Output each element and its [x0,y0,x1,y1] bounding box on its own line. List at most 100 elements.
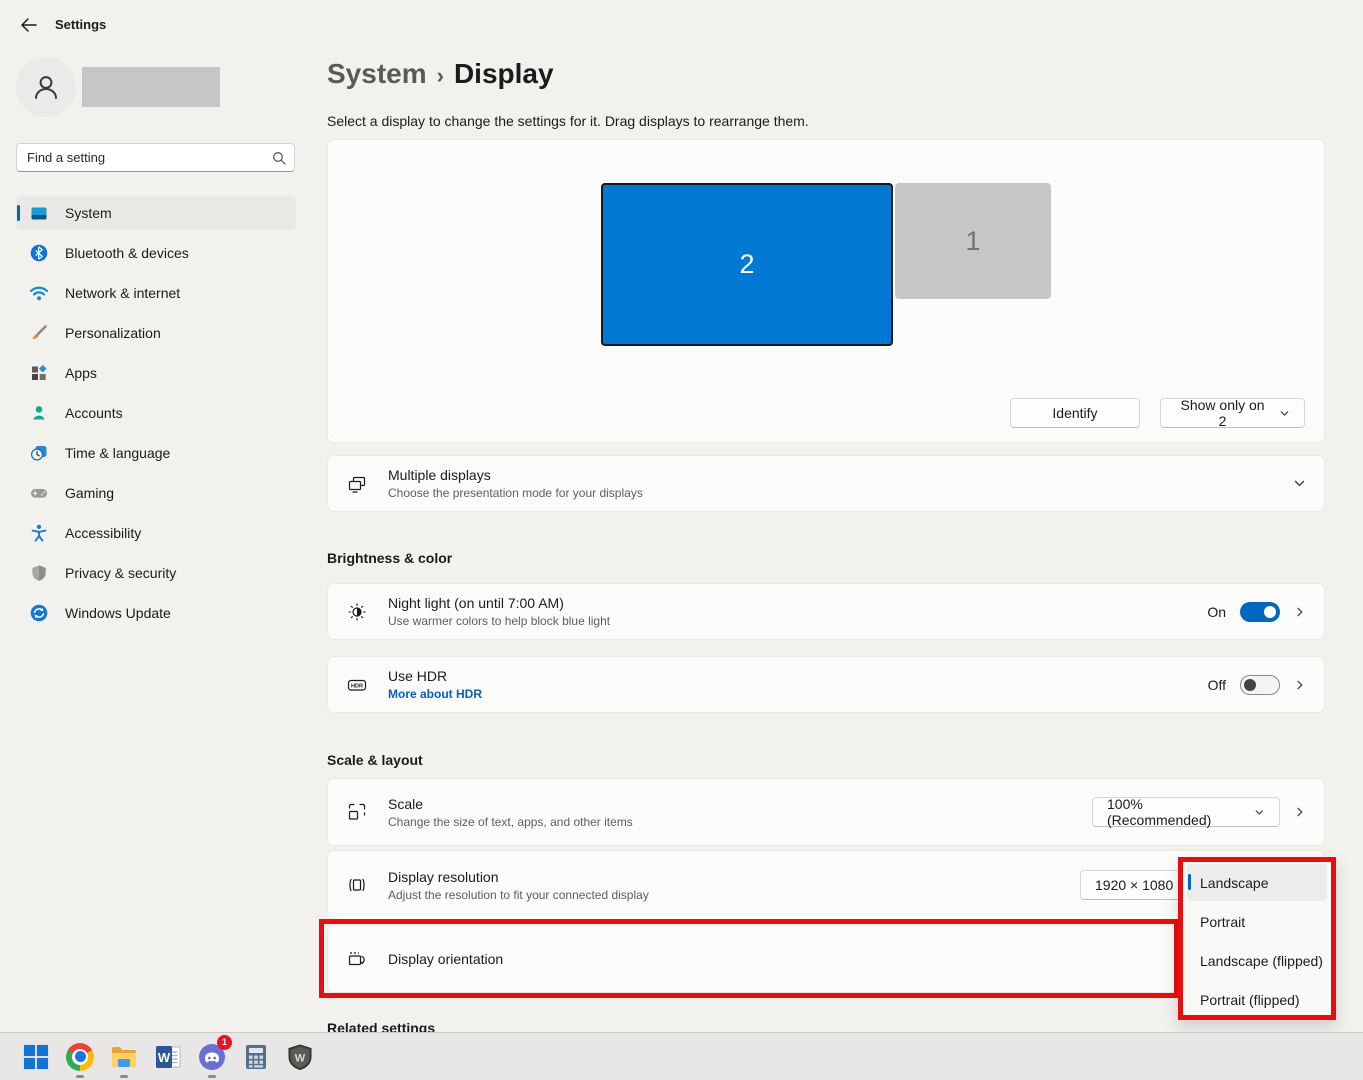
sidebar-item-label: Network & internet [65,285,180,301]
accounts-icon [29,403,49,423]
row-subtitle: Choose the presentation mode for your di… [388,486,643,500]
row-title: Display resolution [388,869,649,885]
sidebar-item-windows-update[interactable]: Windows Update [16,596,296,630]
taskbar-chrome[interactable] [58,1033,102,1080]
sidebar-item-apps[interactable]: Apps [16,356,296,390]
chevron-right-icon[interactable] [1294,679,1306,691]
sidebar-item-label: Apps [65,365,97,381]
selected-accent-bar [1188,874,1191,890]
breadcrumb-separator: › [427,63,454,88]
row-title: Multiple displays [388,467,643,483]
row-title: Use HDR [388,668,482,684]
chrome-icon [66,1043,94,1071]
page-subtitle: Select a display to change the settings … [327,113,809,129]
running-indicator [120,1075,128,1078]
back-arrow-icon [20,18,37,32]
avatar[interactable] [16,57,76,117]
world-of-tanks-icon: W [287,1044,313,1070]
night-light-toggle[interactable] [1240,602,1280,622]
dropdown-option-landscape[interactable]: Landscape [1187,864,1327,901]
row-subtitle: Change the size of text, apps, and other… [388,815,633,829]
monitor-1-label: 1 [965,226,980,257]
sidebar-item-label: Bluetooth & devices [65,245,189,261]
show-only-dropdown[interactable]: Show only on 2 [1160,398,1305,428]
option-label: Landscape [1200,875,1269,891]
section-scale-layout: Scale & layout [327,752,423,768]
scale-row[interactable]: Scale Change the size of text, apps, and… [327,778,1325,846]
display-resolution-icon [346,874,368,896]
running-indicator [208,1075,216,1078]
taskbar-discord[interactable]: 1 [190,1033,234,1080]
sidebar-item-network[interactable]: Network & internet [16,276,296,310]
more-about-hdr-link[interactable]: More about HDR [388,687,482,701]
chevron-right-icon[interactable] [1294,806,1306,818]
multiple-displays-row[interactable]: Multiple displays Choose the presentatio… [327,455,1325,512]
display-resolution-row[interactable]: Display resolution Adjust the resolution… [327,850,1325,920]
option-label: Portrait [1200,914,1245,930]
breadcrumb-parent[interactable]: System [327,58,427,89]
sidebar-item-label: System [65,205,112,221]
app-title: Settings [55,17,106,32]
night-light-state: On [1207,604,1226,620]
option-label: Portrait (flipped) [1200,992,1300,1008]
use-hdr-row[interactable]: HDR Use HDR More about HDR Off [327,656,1325,713]
display-orientation-row[interactable]: Display orientation [327,925,1325,993]
identify-button[interactable]: Identify [1010,398,1140,428]
accessibility-icon [29,523,49,543]
sidebar-item-accessibility[interactable]: Accessibility [16,516,296,550]
shield-icon [29,563,49,583]
chevron-down-icon[interactable] [1293,477,1306,490]
chevron-right-icon[interactable] [1294,606,1306,618]
option-label: Landscape (flipped) [1200,953,1323,969]
sidebar-item-personalization[interactable]: Personalization [16,316,296,350]
taskbar-file-explorer[interactable] [102,1033,146,1080]
sidebar-item-system[interactable]: System [16,196,296,230]
svg-text:HDR: HDR [351,683,363,689]
sidebar-item-label: Accessibility [65,525,141,541]
toggle-knob [1264,606,1276,618]
word-icon: W [154,1043,182,1071]
back-button[interactable] [14,12,42,38]
monitor-1[interactable]: 1 [895,183,1051,299]
system-icon [29,203,49,223]
hdr-toggle[interactable] [1240,675,1280,695]
brush-icon [29,323,49,343]
running-indicator [76,1075,84,1078]
row-subtitle: Adjust the resolution to fit your connec… [388,888,649,902]
chevron-down-icon [1279,408,1290,419]
sidebar-item-label: Personalization [65,325,161,341]
taskbar-word[interactable]: W [146,1033,190,1080]
display-arrangement-card: 2 1 Identify Show only on 2 [327,139,1325,443]
sidebar-item-time-language[interactable]: Time & language [16,436,296,470]
scale-icon [346,801,368,823]
sidebar-item-privacy[interactable]: Privacy & security [16,556,296,590]
hdr-state: Off [1208,677,1226,693]
monitor-2[interactable]: 2 [601,183,893,346]
night-light-row[interactable]: Night light (on until 7:00 AM) Use warme… [327,583,1325,640]
taskbar-world-of-tanks[interactable]: W [278,1033,322,1080]
calculator-icon [243,1044,269,1070]
scale-value: 100% (Recommended) [1107,796,1245,828]
sidebar-item-label: Gaming [65,485,114,501]
page-title: Display [454,58,554,89]
taskbar-calculator[interactable] [234,1033,278,1080]
sidebar-item-accounts[interactable]: Accounts [16,396,296,430]
svg-text:W: W [158,1050,171,1065]
identify-label: Identify [1052,405,1097,421]
row-title: Night light (on until 7:00 AM) [388,595,610,611]
gamepad-icon [29,483,49,503]
dropdown-option-landscape-flipped[interactable]: Landscape (flipped) [1187,942,1327,979]
section-brightness: Brightness & color [327,550,452,566]
scale-select[interactable]: 100% (Recommended) [1092,797,1280,827]
sidebar-item-bluetooth[interactable]: Bluetooth & devices [16,236,296,270]
bluetooth-icon [29,243,49,263]
dropdown-option-portrait-flipped[interactable]: Portrait (flipped) [1187,981,1327,1018]
search-box[interactable] [16,143,295,172]
sidebar-item-label: Time & language [65,445,170,461]
dropdown-option-portrait[interactable]: Portrait [1187,903,1327,940]
search-input[interactable] [27,150,272,165]
display-orientation-icon [346,948,368,970]
sidebar-item-gaming[interactable]: Gaming [16,476,296,510]
clock-icon [29,443,49,463]
start-button[interactable] [14,1033,58,1080]
